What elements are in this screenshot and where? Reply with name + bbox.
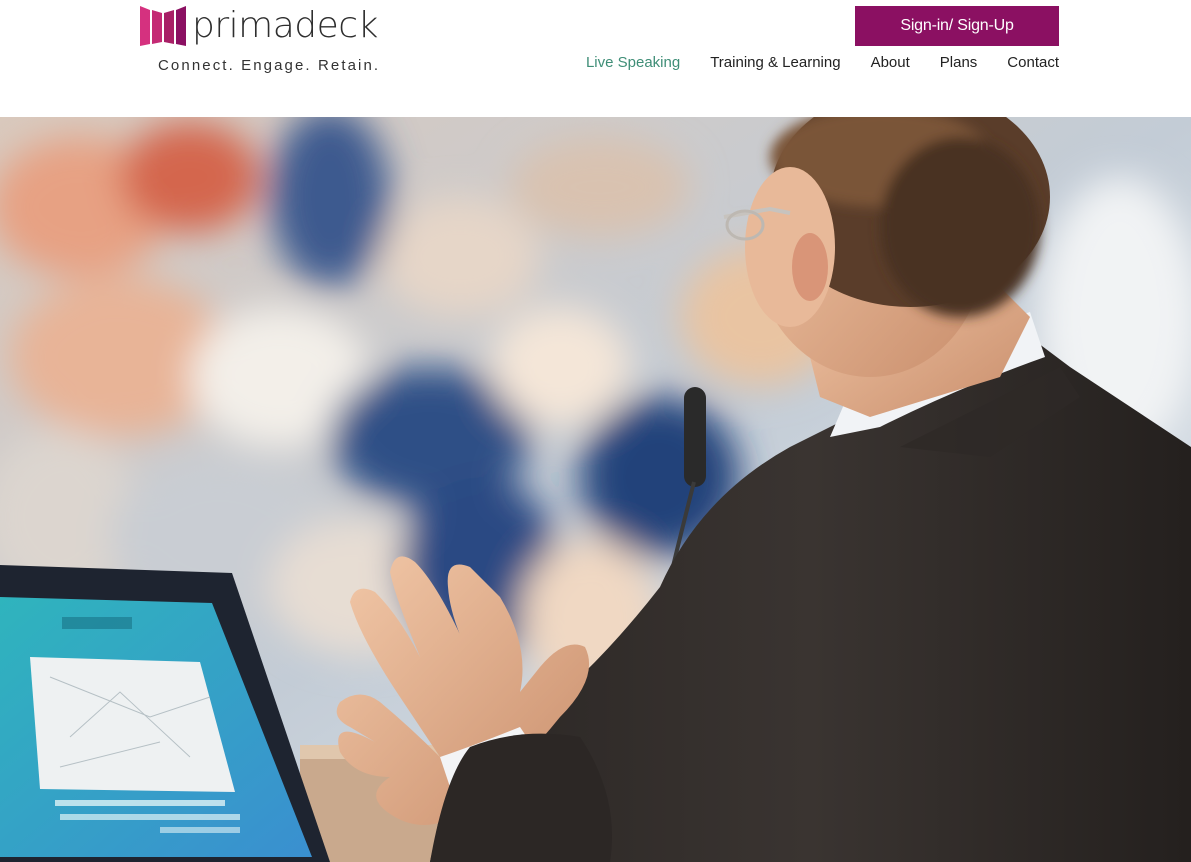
signin-signup-button[interactable]: Sign-in/ Sign-Up [855,6,1059,46]
nav-item-live-speaking[interactable]: Live Speaking [586,54,680,71]
nav-item-training-learning[interactable]: Training & Learning [710,54,840,71]
tagline: Connect. Engage. Retain. [158,57,381,74]
logo[interactable]: primadeck [140,4,378,48]
logo-text: primadeck [192,5,378,46]
nav-item-plans[interactable]: Plans [940,54,978,71]
speaker-photo [0,117,1191,862]
nav-item-contact[interactable]: Contact [1007,54,1059,71]
hero-image [0,117,1191,862]
main-nav: Live Speaking Training & Learning About … [586,54,1059,71]
nav-item-about[interactable]: About [871,54,910,71]
site-header: primadeck Connect. Engage. Retain. Sign-… [0,0,1191,117]
primadeck-logo-icon [140,6,186,46]
